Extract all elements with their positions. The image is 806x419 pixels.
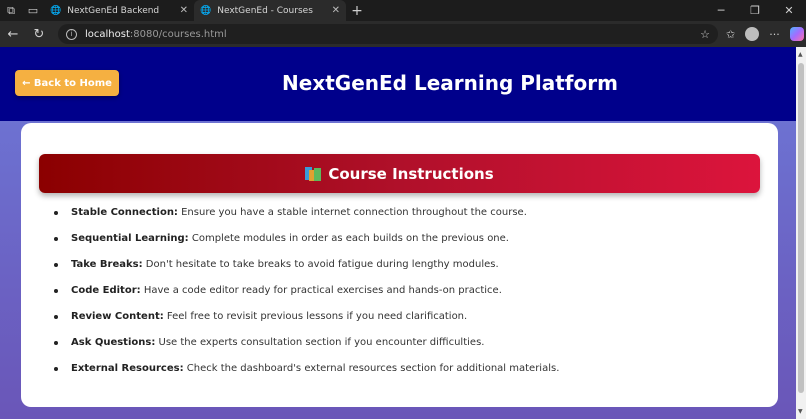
url-host: localhost bbox=[85, 28, 130, 40]
info-icon[interactable]: i bbox=[66, 28, 77, 40]
list-item: Code Editor: Have a code editor ready fo… bbox=[51, 285, 559, 311]
item-term: Ask Questions: bbox=[71, 337, 156, 348]
item-term: Review Content: bbox=[71, 311, 164, 322]
back-to-home-button[interactable]: ← Back to Home bbox=[15, 70, 119, 96]
copilot-icon[interactable] bbox=[789, 27, 804, 41]
books-icon bbox=[305, 166, 322, 181]
item-text: Feel free to revisit previous lessons if… bbox=[163, 311, 468, 322]
tab-courses[interactable]: 🌐 NextGenEd - Courses ✕ bbox=[194, 0, 346, 21]
item-text: Check the dashboard's external resources… bbox=[183, 363, 560, 374]
instructions-banner: Course Instructions bbox=[39, 154, 760, 193]
tab-title: NextGenEd Backend bbox=[67, 5, 160, 16]
list-item: External Resources: Check the dashboard'… bbox=[51, 363, 559, 389]
list-item: Stable Connection: Ensure you have a sta… bbox=[51, 207, 559, 233]
item-text: Have a code editor ready for practical e… bbox=[140, 285, 502, 296]
close-icon[interactable]: ✕ bbox=[332, 5, 340, 16]
item-term: External Resources: bbox=[71, 363, 184, 374]
list-item: Take Breaks: Don't hesitate to take brea… bbox=[51, 259, 559, 285]
minimize-icon[interactable]: ─ bbox=[704, 4, 738, 17]
scroll-up-icon[interactable]: ▲ bbox=[798, 51, 803, 58]
favorites-icon[interactable]: ✩ bbox=[726, 28, 735, 41]
site-title: NextGenEd Learning Platform bbox=[282, 71, 618, 95]
item-text: Ensure you have a stable internet connec… bbox=[177, 207, 527, 218]
list-item: Review Content: Feel free to revisit pre… bbox=[51, 311, 559, 337]
page-viewport: ← Back to Home NextGenEd Learning Platfo… bbox=[0, 47, 796, 419]
restore-icon[interactable]: ❐ bbox=[738, 4, 772, 17]
profile-avatar[interactable] bbox=[745, 27, 760, 41]
item-text: Use the experts consultation section if … bbox=[155, 337, 485, 348]
url-path: :8080/courses.html bbox=[129, 28, 227, 40]
bullet-icon bbox=[54, 237, 58, 241]
new-tab-button[interactable]: + bbox=[346, 3, 368, 19]
scroll-thumb[interactable] bbox=[798, 63, 804, 393]
refresh-icon[interactable]: ↻ bbox=[26, 27, 52, 42]
tab-title: NextGenEd - Courses bbox=[217, 5, 313, 16]
item-term: Stable Connection: bbox=[71, 207, 178, 218]
close-window-icon[interactable]: ✕ bbox=[772, 4, 806, 17]
item-text: Don't hesitate to take breaks to avoid f… bbox=[142, 259, 499, 270]
favorite-star-icon[interactable]: ☆ bbox=[700, 28, 710, 41]
item-term: Code Editor: bbox=[71, 285, 141, 296]
address-bar[interactable]: i localhost:8080/courses.html ☆ bbox=[58, 24, 718, 44]
item-text: Complete modules in order as each builds… bbox=[188, 233, 509, 244]
globe-icon: 🌐 bbox=[50, 5, 62, 16]
bullet-icon bbox=[54, 263, 58, 267]
bullet-icon bbox=[54, 289, 58, 293]
tab-backend[interactable]: 🌐 NextGenEd Backend ✕ bbox=[44, 0, 194, 21]
back-icon[interactable]: ← bbox=[0, 27, 26, 42]
scroll-down-icon[interactable]: ▼ bbox=[798, 408, 803, 415]
instructions-title: Course Instructions bbox=[328, 164, 494, 183]
bullet-icon bbox=[54, 315, 58, 319]
bullet-icon bbox=[54, 211, 58, 215]
list-item: Sequential Learning: Complete modules in… bbox=[51, 233, 559, 259]
browser-tab-bar: ⧉ ▭ 🌐 NextGenEd Backend ✕ 🌐 NextGenEd - … bbox=[0, 0, 806, 21]
workspaces-icon[interactable]: ⧉ bbox=[0, 0, 22, 21]
bullet-icon bbox=[54, 367, 58, 371]
tab-actions-icon[interactable]: ▭ bbox=[22, 0, 44, 21]
item-term: Sequential Learning: bbox=[71, 233, 189, 244]
globe-icon: 🌐 bbox=[200, 5, 212, 16]
bullet-icon bbox=[54, 341, 58, 345]
item-term: Take Breaks: bbox=[71, 259, 143, 270]
browser-toolbar: ← ↻ i localhost:8080/courses.html ☆ ✩ ··… bbox=[0, 21, 806, 47]
list-item: Ask Questions: Use the experts consultat… bbox=[51, 337, 559, 363]
site-header: ← Back to Home NextGenEd Learning Platfo… bbox=[0, 47, 796, 121]
instructions-card: Course Instructions Stable Connection: E… bbox=[21, 123, 778, 407]
more-options-icon[interactable]: ··· bbox=[769, 28, 780, 41]
vertical-scrollbar[interactable]: ▲ ▼ bbox=[796, 47, 806, 419]
close-icon[interactable]: ✕ bbox=[180, 5, 188, 16]
instructions-list: Stable Connection: Ensure you have a sta… bbox=[51, 207, 559, 389]
